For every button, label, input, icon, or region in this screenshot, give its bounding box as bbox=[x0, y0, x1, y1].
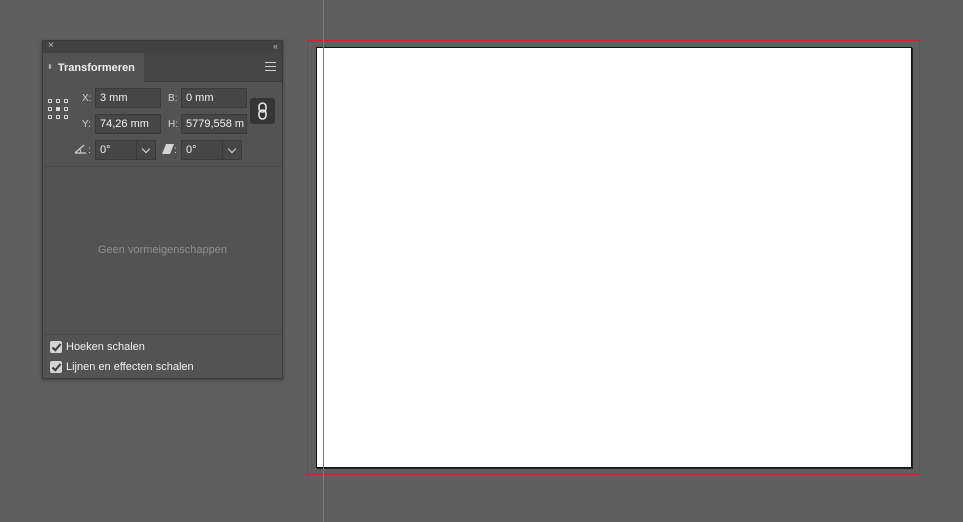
panel-tab-strip: ⬍ Transformeren bbox=[43, 53, 282, 82]
divider bbox=[43, 334, 282, 335]
shear-dropdown-chevron-down-icon[interactable] bbox=[222, 140, 242, 160]
scale-strokes-effects-option[interactable]: Lijnen en effecten schalen bbox=[50, 361, 194, 373]
vertical-ruler-guide[interactable] bbox=[323, 0, 324, 522]
h-label: H: bbox=[168, 119, 178, 130]
tab-transformeren[interactable]: ⬍ Transformeren bbox=[43, 53, 144, 82]
scale-corners-option[interactable]: Hoeken schalen bbox=[50, 341, 145, 353]
panel-title-bar[interactable]: × ‹‹ bbox=[43, 40, 282, 53]
close-icon[interactable]: × bbox=[48, 40, 54, 52]
shear-icon bbox=[162, 144, 174, 154]
x-field[interactable]: 3 mm bbox=[95, 88, 161, 108]
artboard-page[interactable] bbox=[316, 47, 912, 468]
reference-point-icon[interactable] bbox=[48, 99, 68, 119]
rotate-field[interactable]: 0° bbox=[95, 140, 137, 160]
h-field[interactable]: 5779,558 m bbox=[181, 114, 247, 134]
scale-corners-label: Hoeken schalen bbox=[66, 341, 145, 353]
transform-panel: × ‹‹ ⬍ Transformeren X: 3 mm B: 0 mm Y: … bbox=[42, 40, 283, 379]
shear-label: : bbox=[174, 145, 177, 156]
rotate-label: : bbox=[88, 145, 91, 156]
scale-corners-checkbox[interactable] bbox=[50, 341, 62, 353]
divider bbox=[43, 166, 282, 167]
scale-strokes-effects-label: Lijnen en effecten schalen bbox=[66, 361, 194, 373]
link-chain-icon[interactable] bbox=[250, 98, 275, 124]
y-label: Y: bbox=[82, 119, 91, 130]
tab-stepper-icon: ⬍ bbox=[47, 63, 53, 71]
tab-label: Transformeren bbox=[57, 61, 135, 74]
b-field[interactable]: 0 mm bbox=[181, 88, 247, 108]
rotate-angle-icon bbox=[74, 143, 88, 155]
y-field[interactable]: 74,26 mm bbox=[95, 114, 161, 134]
rotate-dropdown-chevron-down-icon[interactable] bbox=[136, 140, 156, 160]
b-label: B: bbox=[168, 93, 178, 104]
panel-menu-icon[interactable] bbox=[265, 62, 276, 71]
shear-field[interactable]: 0° bbox=[181, 140, 223, 160]
collapse-panel-icon[interactable]: ‹‹ bbox=[273, 40, 278, 52]
scale-strokes-effects-checkbox[interactable] bbox=[50, 361, 62, 373]
no-shape-properties-text: Geen vormeigenschappen bbox=[97, 244, 228, 256]
x-label: X: bbox=[82, 93, 92, 104]
